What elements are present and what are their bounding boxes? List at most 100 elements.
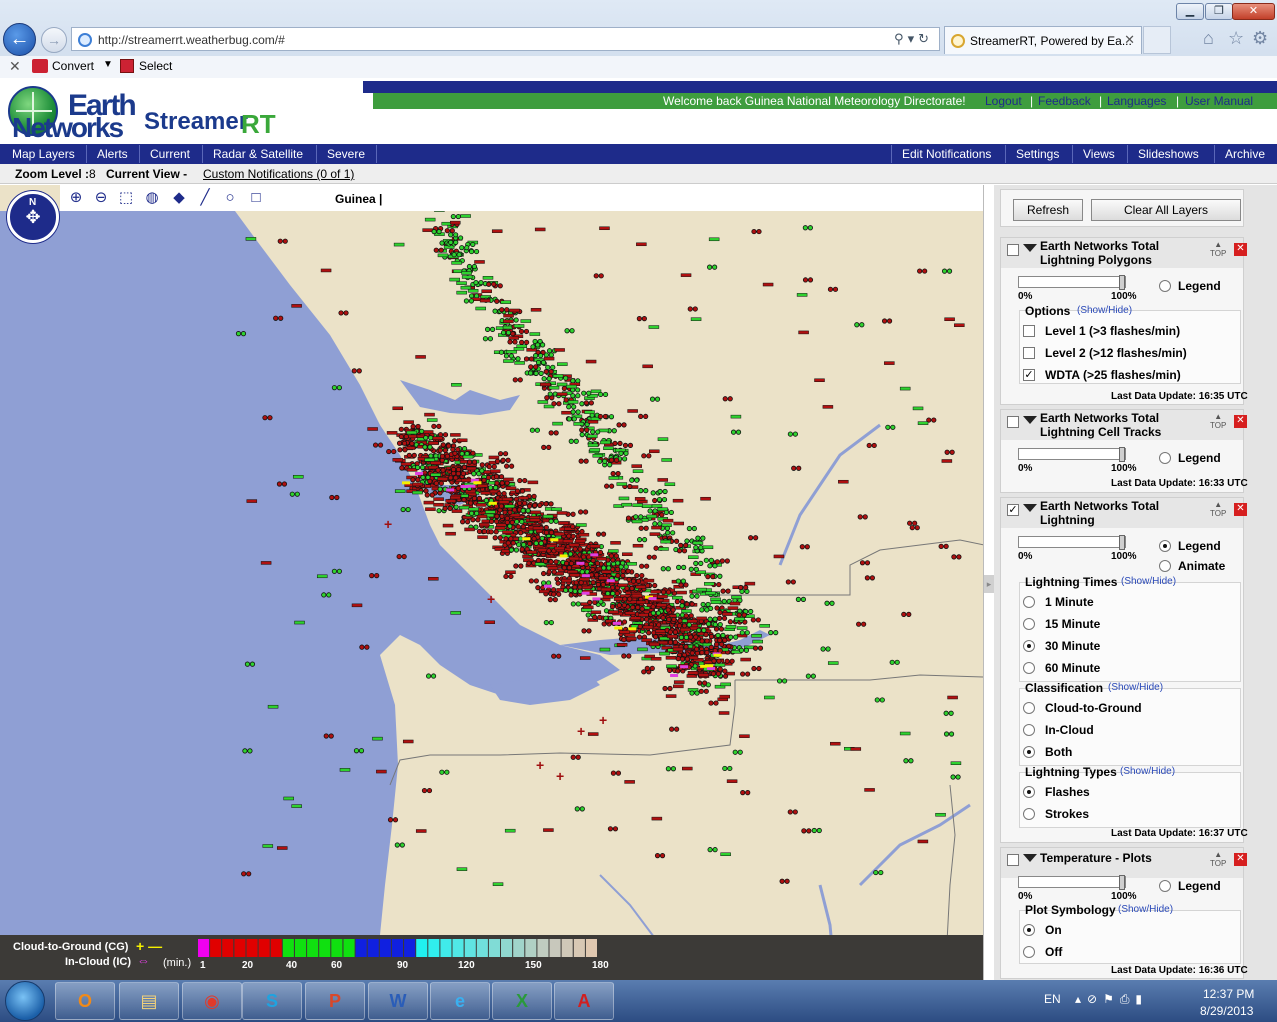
tab-streamerrt[interactable]: StreamerRT, Powered by Ea... ✕ xyxy=(944,26,1142,54)
languages-link[interactable]: Languages xyxy=(1107,94,1166,108)
collapse-triangle-icon[interactable] xyxy=(1023,416,1037,424)
map-canvas[interactable]: + + + + + + xyxy=(0,185,984,980)
time-15min-radio[interactable] xyxy=(1023,618,1035,630)
menu-edit-notifications[interactable]: Edit Notifications xyxy=(902,147,991,161)
remove-layer-icon[interactable]: ✕ xyxy=(1234,503,1247,516)
zoom-out-icon[interactable]: ⊖ xyxy=(92,189,110,207)
menu-radar-satellite[interactable]: Radar & Satellite xyxy=(213,147,303,161)
favorites-star-icon[interactable]: ☆ xyxy=(1228,28,1244,49)
collapse-triangle-icon[interactable] xyxy=(1023,854,1037,862)
move-top-icon[interactable]: ▲ TOP xyxy=(1210,412,1226,430)
panel-collapse-handle[interactable]: ▸ xyxy=(984,575,994,593)
menu-map-layers[interactable]: Map Layers xyxy=(12,147,75,161)
slider-thumb[interactable] xyxy=(1119,535,1125,550)
pan-compass[interactable]: N ✥ xyxy=(7,191,59,243)
layer-toggle-checkbox[interactable] xyxy=(1007,854,1019,866)
slider-thumb[interactable] xyxy=(1119,875,1125,890)
start-button[interactable] xyxy=(5,981,45,1021)
gear-icon[interactable]: ⚙ xyxy=(1252,28,1268,49)
acrobat-taskbar-icon[interactable]: A xyxy=(554,982,614,1020)
custom-notifications-link[interactable]: Custom Notifications (0 of 1) xyxy=(203,167,354,181)
time-60min-radio[interactable] xyxy=(1023,662,1035,674)
time-1min-radio[interactable] xyxy=(1023,596,1035,608)
home-icon[interactable]: ⌂ xyxy=(1203,28,1214,49)
address-bar[interactable]: http://streamerrt.weatherbug.com/# ⚲▾↻ xyxy=(71,27,940,51)
menu-alerts[interactable]: Alerts xyxy=(97,147,128,161)
legend-radio[interactable] xyxy=(1159,880,1171,892)
collapse-triangle-icon[interactable] xyxy=(1023,244,1037,252)
eraser-icon[interactable]: ◆ xyxy=(170,189,188,207)
remove-layer-icon[interactable]: ✕ xyxy=(1234,853,1247,866)
refresh-button[interactable]: Refresh xyxy=(1013,199,1083,221)
legend-radio[interactable] xyxy=(1159,540,1171,552)
time-30min-radio[interactable] xyxy=(1023,640,1035,652)
select-button[interactable]: Select xyxy=(139,59,172,73)
system-tray-icons[interactable]: ▴⊘⚑⎙▮ xyxy=(1075,992,1148,1007)
square-icon[interactable]: □ xyxy=(247,189,265,207)
layer-toggle-checkbox[interactable] xyxy=(1007,416,1019,428)
class-show-hide-link[interactable]: (Show/Hide) xyxy=(1108,682,1163,693)
both-radio[interactable] xyxy=(1023,746,1035,758)
skype-taskbar-icon[interactable]: S xyxy=(242,982,302,1020)
menu-settings[interactable]: Settings xyxy=(1016,147,1059,161)
line-icon[interactable]: ╱ xyxy=(196,189,214,207)
back-button[interactable]: ← xyxy=(3,23,36,56)
strokes-radio[interactable] xyxy=(1023,808,1035,820)
clock-date[interactable]: 8/29/2013 xyxy=(1200,1004,1253,1018)
close-toolbar-icon[interactable]: ✕ xyxy=(9,58,21,75)
close-window-button[interactable]: ✕ xyxy=(1232,3,1275,20)
level1-checkbox[interactable] xyxy=(1023,325,1035,337)
logout-link[interactable]: Logout xyxy=(985,94,1022,108)
word-taskbar-icon[interactable]: W xyxy=(368,982,428,1020)
forward-button[interactable]: → xyxy=(41,27,67,53)
remove-layer-icon[interactable]: ✕ xyxy=(1234,243,1247,256)
legend-radio[interactable] xyxy=(1159,280,1171,292)
legend-radio[interactable] xyxy=(1159,452,1171,464)
menu-current[interactable]: Current xyxy=(150,147,190,161)
tab-close-icon[interactable]: ✕ xyxy=(1124,32,1135,48)
options-show-hide-link[interactable]: (Show/Hide) xyxy=(1077,305,1132,316)
chrome-taskbar-icon[interactable]: ◉ xyxy=(182,982,242,1020)
move-top-icon[interactable]: ▲ TOP xyxy=(1210,240,1226,258)
types-show-hide-link[interactable]: (Show/Hide) xyxy=(1120,766,1175,777)
in-cloud-radio[interactable] xyxy=(1023,724,1035,736)
zoom-in-icon[interactable]: ⊕ xyxy=(67,189,85,207)
menu-archive[interactable]: Archive xyxy=(1225,147,1265,161)
times-show-hide-link[interactable]: (Show/Hide) xyxy=(1121,576,1176,587)
circle-icon[interactable]: ○ xyxy=(221,189,239,207)
remove-layer-icon[interactable]: ✕ xyxy=(1234,415,1247,428)
new-tab-button[interactable] xyxy=(1143,26,1171,54)
menu-severe[interactable]: Severe xyxy=(327,147,365,161)
level2-checkbox[interactable] xyxy=(1023,347,1035,359)
internet-explorer-taskbar-icon[interactable]: e xyxy=(430,982,490,1020)
chevron-down-icon[interactable]: ▼ xyxy=(103,59,113,70)
opacity-slider[interactable] xyxy=(1018,535,1126,550)
lightning-map[interactable]: + + + + + + ⊕ ⊖ ⬚ ◍ ◆ ╱ ○ □ Guinea | N ✥ Clou… xyxy=(0,185,984,980)
layer-toggle-checkbox[interactable]: ✓ xyxy=(1007,504,1019,516)
opacity-slider[interactable] xyxy=(1018,275,1126,290)
animate-radio[interactable] xyxy=(1159,560,1171,572)
search-refresh-icons[interactable]: ⚲▾↻ xyxy=(894,31,933,47)
language-indicator[interactable]: EN xyxy=(1044,992,1061,1006)
symbology-on-radio[interactable] xyxy=(1023,924,1035,936)
symbology-off-radio[interactable] xyxy=(1023,946,1035,958)
pan-arrows-icon[interactable]: ✥ xyxy=(20,204,46,230)
globe-icon[interactable]: ◍ xyxy=(143,189,161,207)
wdta-checkbox[interactable]: ✓ xyxy=(1023,369,1035,381)
move-top-icon[interactable]: ▲ TOP xyxy=(1210,850,1226,868)
move-top-icon[interactable]: ▲ TOP xyxy=(1210,500,1226,518)
excel-taskbar-icon[interactable]: X xyxy=(492,982,552,1020)
feedback-link[interactable]: Feedback xyxy=(1038,94,1091,108)
clear-all-layers-button[interactable]: Clear All Layers xyxy=(1091,199,1241,221)
menu-views[interactable]: Views xyxy=(1083,147,1115,161)
zoom-box-icon[interactable]: ⬚ xyxy=(117,189,135,207)
slider-thumb[interactable] xyxy=(1119,447,1125,462)
opacity-slider[interactable] xyxy=(1018,875,1126,890)
user-manual-link[interactable]: User Manual xyxy=(1185,94,1253,108)
cloud-to-ground-radio[interactable] xyxy=(1023,702,1035,714)
symbology-show-hide-link[interactable]: (Show/Hide) xyxy=(1118,904,1173,915)
flashes-radio[interactable] xyxy=(1023,786,1035,798)
layer-toggle-checkbox[interactable] xyxy=(1007,244,1019,256)
convert-button[interactable]: Convert xyxy=(52,59,94,73)
opacity-slider[interactable] xyxy=(1018,447,1126,462)
